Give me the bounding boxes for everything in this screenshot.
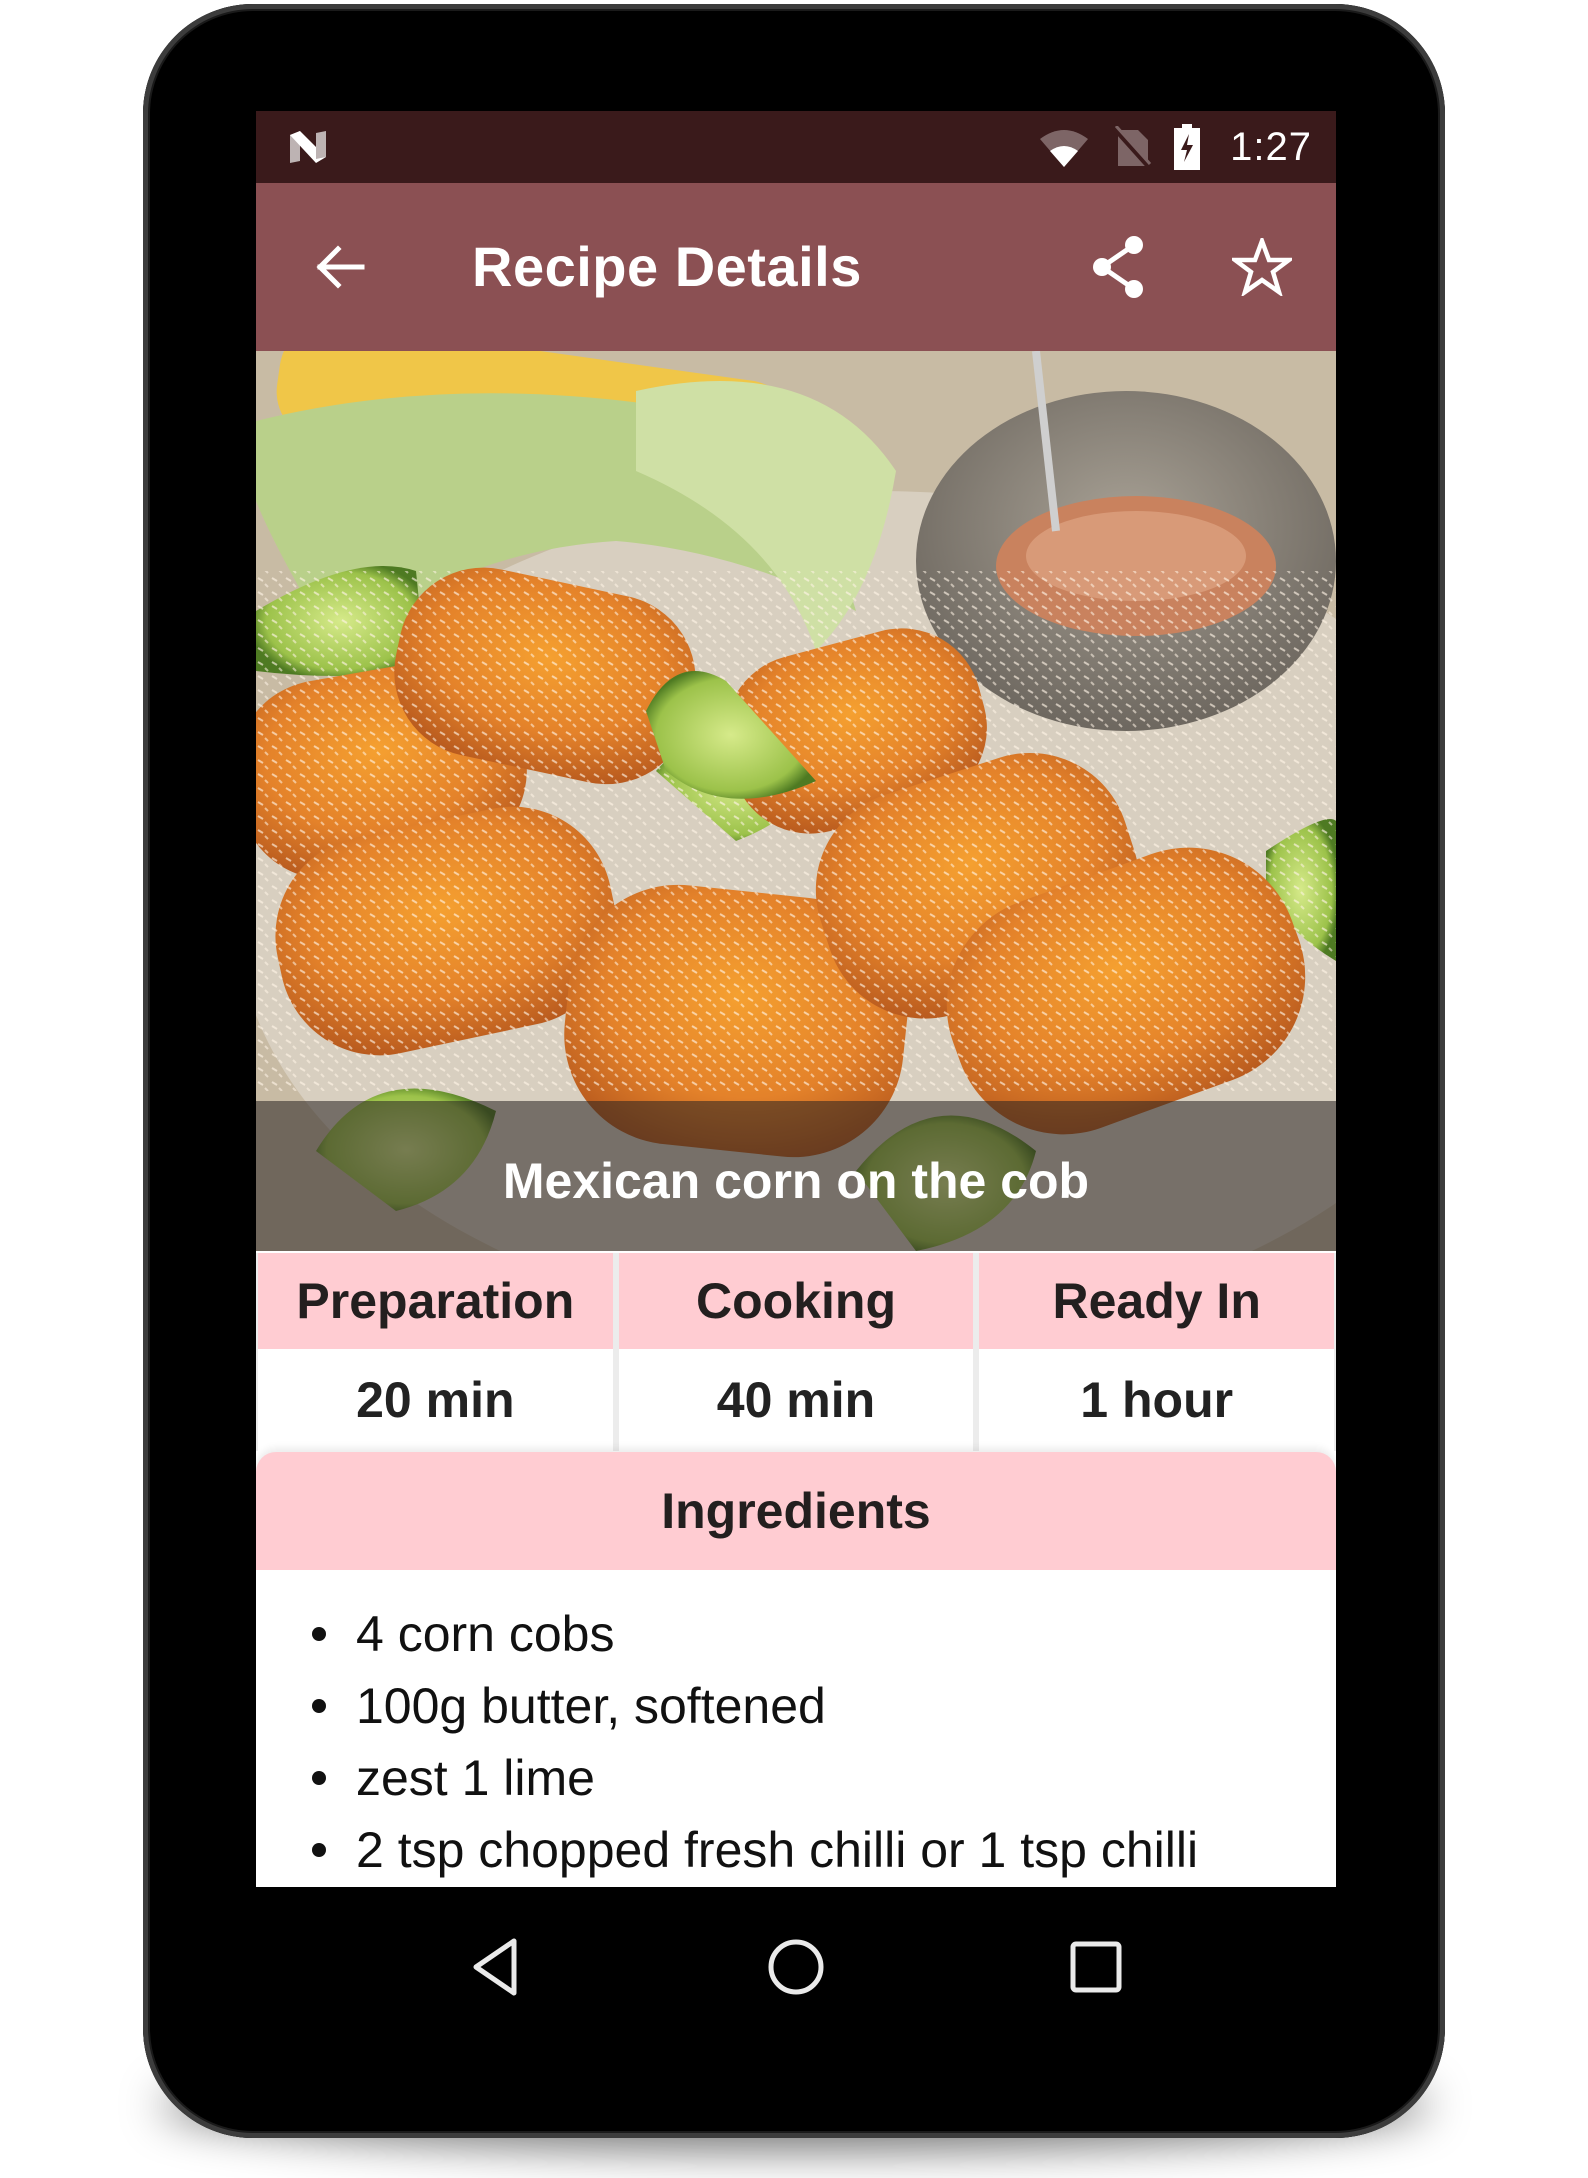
list-item: 4 corn cobs xyxy=(312,1598,1198,1670)
ingredient-text: 2 tsp chopped fresh chilli or 1 tsp chil… xyxy=(356,1822,1199,1878)
ingredient-text: zest 1 lime xyxy=(356,1750,595,1806)
favorite-button[interactable] xyxy=(1226,231,1298,303)
recipe-title: Mexican corn on the cob xyxy=(502,1153,1090,1209)
list-item: zest 1 lime xyxy=(312,1742,1198,1814)
status-bar: 1:27 xyxy=(256,111,1336,183)
status-icons: 1:27 xyxy=(1038,111,1312,183)
time-label: Preparation xyxy=(258,1253,613,1349)
bullet-icon xyxy=(312,1627,326,1641)
list-item: 100g butter, softened xyxy=(312,1670,1198,1742)
recipe-times-table: Preparation 20 min Cooking 40 min Ready … xyxy=(256,1253,1336,1451)
app-screen: 1:27 Recipe Details Mexican corn on the … xyxy=(256,111,1336,1887)
time-value: 1 hour xyxy=(979,1349,1335,1451)
time-column-ready-in: Ready In 1 hour xyxy=(979,1253,1335,1451)
nav-back-button[interactable] xyxy=(456,1927,536,2007)
back-button[interactable] xyxy=(304,231,376,303)
time-label: Cooking xyxy=(618,1253,974,1349)
ingredients-header: Ingredients xyxy=(256,1452,1336,1570)
recipe-photo: Mexican corn on the cob xyxy=(256,351,1336,1251)
ingredient-text: 4 corn cobs xyxy=(356,1606,615,1662)
recipe-title-overlay: Mexican corn on the cob xyxy=(256,1101,1336,1251)
share-button[interactable] xyxy=(1082,231,1154,303)
nav-home-circle-icon xyxy=(768,1939,824,1995)
toolbar-title: Recipe Details xyxy=(472,235,862,298)
bullet-icon xyxy=(312,1771,326,1785)
status-time: 1:27 xyxy=(1230,124,1312,169)
no-sim-icon xyxy=(1112,126,1152,168)
arrow-left-icon xyxy=(316,245,365,289)
nav-home-button[interactable] xyxy=(756,1927,836,2007)
wifi-icon xyxy=(1040,130,1089,167)
nav-back-triangle-icon xyxy=(473,1938,517,1996)
nav-recents-button[interactable] xyxy=(1056,1927,1136,2007)
ingredient-text: 100g butter, softened xyxy=(356,1678,826,1734)
system-nav-bar xyxy=(256,1887,1336,2037)
time-column-cooking: Cooking 40 min xyxy=(618,1253,974,1451)
bullet-icon xyxy=(312,1843,326,1857)
nav-recents-square-icon xyxy=(1070,1941,1122,1993)
time-label: Ready In xyxy=(979,1253,1335,1349)
bullet-icon xyxy=(312,1699,326,1713)
time-value: 20 min xyxy=(258,1349,613,1451)
share-icon xyxy=(1093,236,1143,298)
time-value: 40 min xyxy=(618,1349,974,1451)
app-toolbar: Recipe Details xyxy=(256,183,1336,351)
ingredients-list[interactable]: 4 corn cobs 100g butter, softened zest 1… xyxy=(256,1570,1336,1887)
android-n-logo-icon xyxy=(290,131,326,163)
time-column-preparation: Preparation 20 min xyxy=(258,1253,613,1451)
battery-charging-icon xyxy=(1174,124,1201,170)
list-item: 2 tsp chopped fresh chilli or 1 tsp chil… xyxy=(312,1814,1198,1886)
star-outline-icon xyxy=(1232,238,1292,296)
